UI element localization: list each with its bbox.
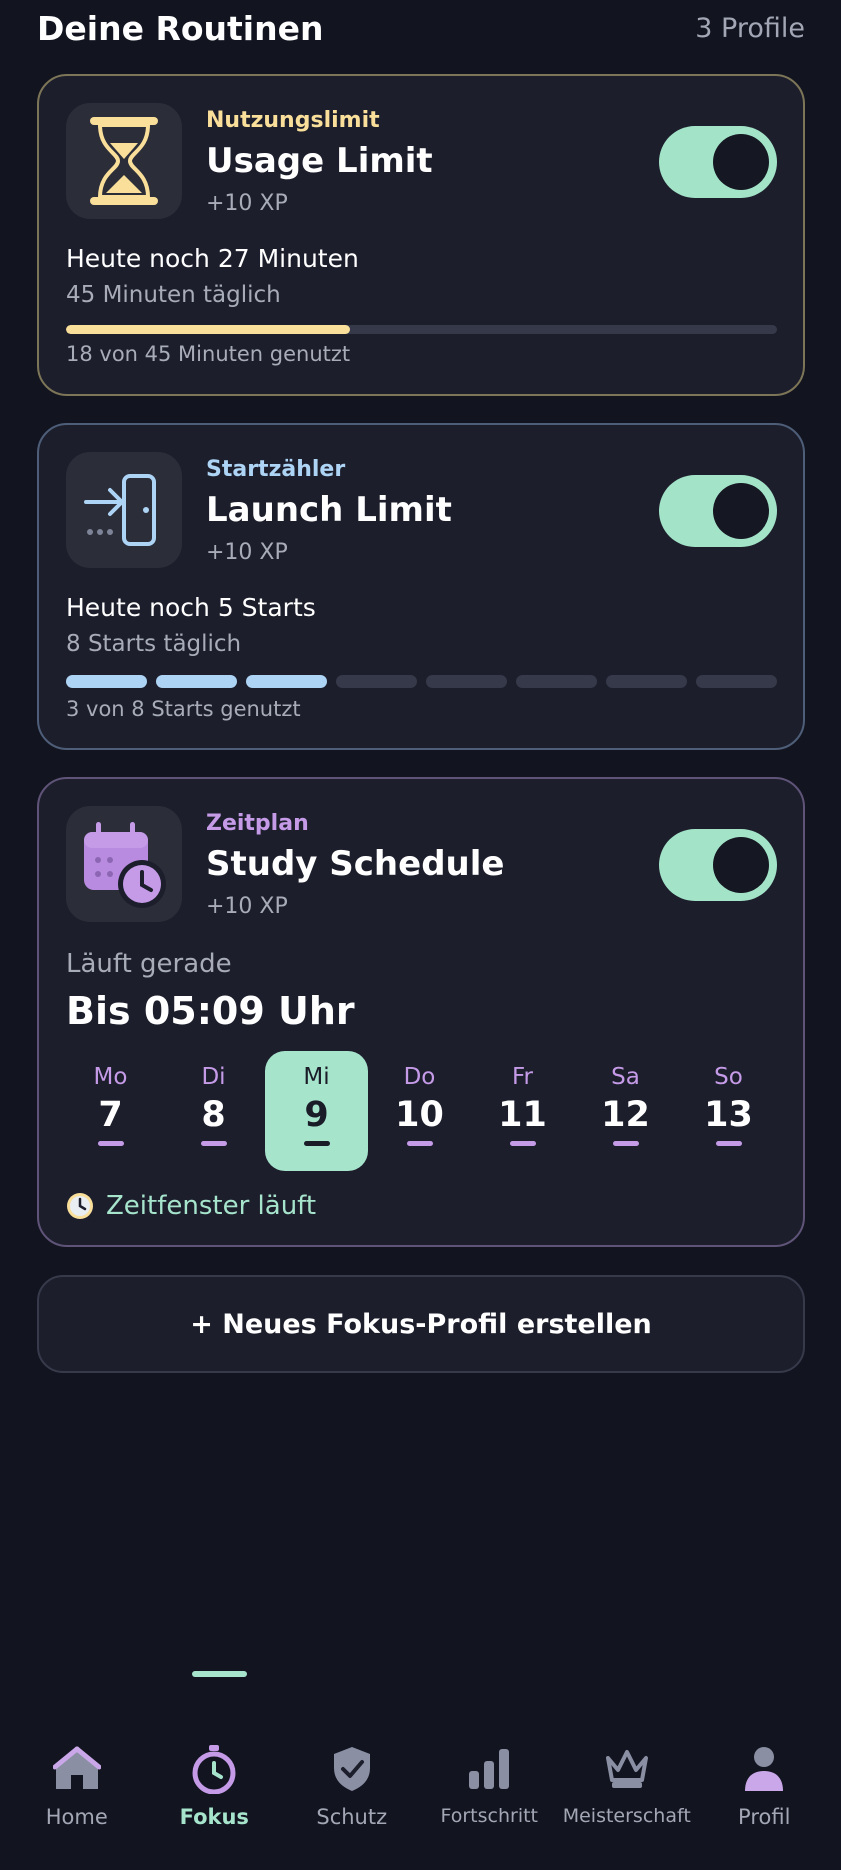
card-title: Launch Limit [206,490,452,530]
launch-segment [606,675,687,688]
running-until: Bis 05:09 Uhr [66,989,355,1033]
remaining-time: Heute noch 27 Minuten [66,244,359,273]
nav-item-schutz[interactable]: Schutz [285,1715,419,1870]
window-status: Zeitfenster läuft [66,1191,316,1221]
create-button-label: + Neues Fokus-Profil erstellen [190,1308,652,1340]
day-number: 9 [304,1095,329,1135]
day-indicator [97,1141,124,1146]
usage-progress-fill [66,325,351,334]
clock-icon [67,1193,93,1219]
launch-segment [246,675,327,688]
day-name: Sa [611,1064,640,1090]
shield-check-icon [326,1743,378,1795]
nav-label: Schutz [316,1805,388,1829]
day-indicator [715,1141,742,1146]
nav-label: Home [45,1805,108,1829]
launch-segment [696,675,777,688]
launch-limit-card[interactable]: Startzähler Launch Limit +10 XP Heute no… [37,423,805,750]
day-name: Di [201,1064,226,1090]
card-type-label: Nutzungslimit [206,108,380,133]
door-enter-icon [66,452,182,568]
card-type-label: Startzähler [206,457,346,482]
page-header: Deine Routinen 3 Profile [37,0,805,56]
day-indicator [509,1141,536,1146]
window-status-text: Zeitfenster läuft [106,1191,317,1221]
launch-segment [336,675,417,688]
toggle-knob [713,134,769,190]
day-sa[interactable]: Sa 12 [574,1051,677,1171]
study-schedule-card[interactable]: Zeitplan Study Schedule +10 XP Läuft ger… [37,777,805,1247]
page-title: Deine Routinen [37,8,324,48]
running-label: Läuft gerade [66,949,232,979]
usage-limit-toggle[interactable] [659,126,777,198]
toggle-knob [713,837,769,893]
day-number: 12 [601,1095,650,1135]
bar-chart-icon [463,1743,515,1795]
day-number: 8 [201,1095,226,1135]
day-name: So [714,1064,743,1090]
xp-badge: +10 XP [206,894,288,919]
nav-label: Fokus [179,1805,249,1829]
day-number: 13 [704,1095,753,1135]
daily-starts: 8 Starts täglich [66,631,242,657]
card-type-label: Zeitplan [206,811,309,836]
card-title: Study Schedule [206,844,505,884]
launch-segment [156,675,237,688]
usage-summary: 18 von 45 Minuten genutzt [66,342,351,366]
day-number: 10 [395,1095,444,1135]
nav-item-home[interactable]: Home [10,1715,144,1870]
remaining-starts: Heute noch 5 Starts [66,593,316,622]
nav-item-meisterschaft[interactable]: Meisterschaft [560,1715,694,1870]
nav-item-fortschritt[interactable]: Fortschritt [422,1715,556,1870]
crown-icon [601,1743,653,1795]
launch-segment [516,675,597,688]
day-fr[interactable]: Fr 11 [471,1051,574,1171]
person-icon [738,1743,790,1795]
day-name: Mo [93,1064,128,1090]
nav-label: Meisterschaft [562,1805,691,1827]
nav-label: Profil [738,1805,791,1829]
launch-segments [66,675,777,688]
day-do[interactable]: Do 10 [368,1051,471,1171]
day-name: Mi [303,1064,330,1090]
day-name: Do [403,1064,436,1090]
day-so[interactable]: So 13 [677,1051,780,1171]
study-schedule-toggle[interactable] [659,829,777,901]
day-indicator [406,1141,433,1146]
nav-item-fokus[interactable]: Fokus [147,1715,281,1870]
launch-limit-toggle[interactable] [659,475,777,547]
day-indicator [612,1141,639,1146]
day-indicator [200,1141,227,1146]
nav-item-profil[interactable]: Profil [697,1715,831,1870]
day-name: Fr [511,1064,533,1090]
xp-badge: +10 XP [206,540,288,565]
usage-progress-bar [66,325,777,334]
day-number: 11 [498,1095,547,1135]
day-di[interactable]: Di 8 [162,1051,265,1171]
scroll-indicator [192,1671,247,1677]
day-indicator [303,1141,330,1146]
day-mo[interactable]: Mo 7 [59,1051,162,1171]
launch-segment [66,675,147,688]
usage-limit-card[interactable]: Nutzungslimit Usage Limit +10 XP Heute n… [37,74,805,396]
xp-badge: +10 XP [206,191,288,216]
stopwatch-icon [188,1743,240,1795]
create-focus-profile-button[interactable]: + Neues Fokus-Profil erstellen [37,1275,805,1373]
hourglass-icon [66,103,182,219]
day-number: 7 [98,1095,123,1135]
launch-summary: 3 von 8 Starts genutzt [66,697,301,721]
card-title: Usage Limit [206,141,433,181]
toggle-knob [713,483,769,539]
weekday-selector: Mo 7 Di 8 Mi 9 Do 10 Fr 11 Sa 12 So 13 [59,1051,781,1175]
bottom-navigation: Home Fokus Schutz Fortschritt Meistersch… [0,1715,841,1870]
daily-limit: 45 Minuten täglich [66,282,281,308]
nav-label: Fortschritt [440,1805,538,1827]
profile-count: 3 Profile [695,12,805,44]
calendar-clock-icon [66,806,182,922]
day-mi[interactable]: Mi 9 [265,1051,368,1171]
home-icon [51,1743,103,1795]
launch-segment [426,675,507,688]
